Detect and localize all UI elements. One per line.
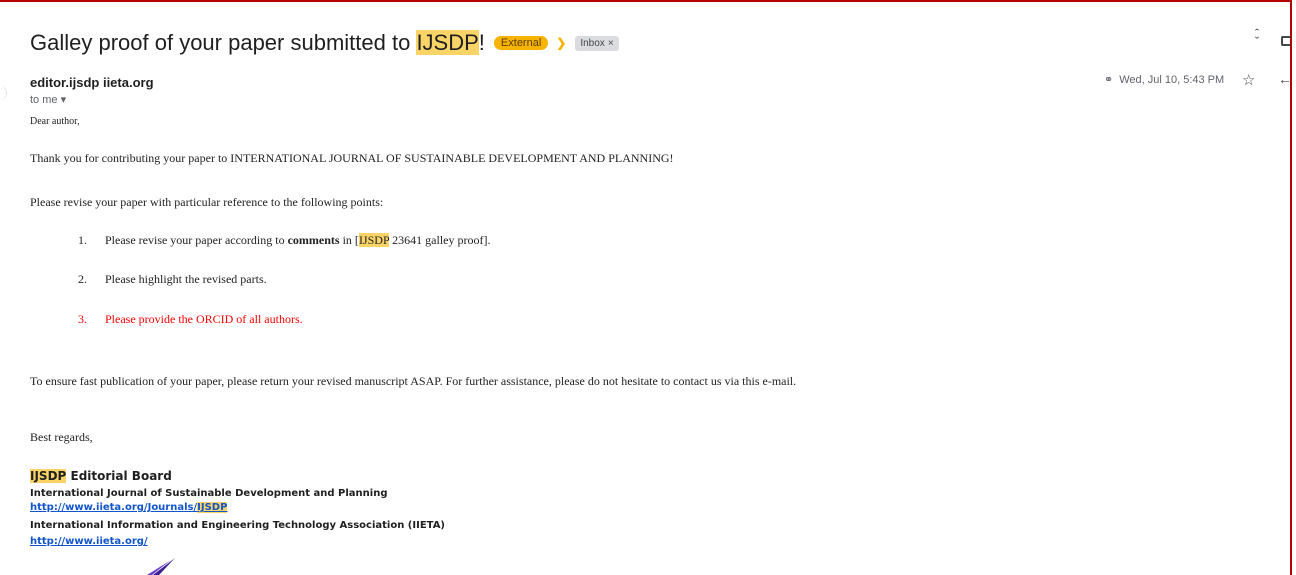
external-label-chip: External: [493, 36, 549, 50]
signature-board: IJSDP Editorial Board: [30, 469, 172, 483]
point-bold: comments: [287, 233, 340, 247]
signature-journal: International Journal of Sustainable Dev…: [30, 488, 388, 499]
point-text-mid: in [: [339, 233, 359, 247]
email-closing: To ensure fast publication of your paper…: [30, 374, 797, 388]
subject-prefix: Galley proof of your paper submitted to: [30, 30, 417, 55]
journal-link[interactable]: http://www.iieta.org/Journals/IJSDP: [30, 502, 228, 513]
remove-label-button[interactable]: ×: [608, 38, 614, 49]
list-item-alert: 3. Please provide the ORCID of all author…: [78, 312, 303, 327]
iieta-logo-icon: [147, 558, 175, 575]
email-date: Wed, Jul 10, 5:43 PM: [1119, 73, 1225, 86]
email-greeting: Dear author,: [30, 116, 80, 127]
email-subject: Galley proof of your paper submitted to …: [30, 30, 485, 56]
recipient-details[interactable]: to me ▾: [30, 93, 66, 106]
signature-organization: International Information and Engineerin…: [30, 520, 445, 531]
email-regards: Best regards,: [30, 430, 93, 444]
subject-highlight: IJSDP: [416, 30, 479, 55]
list-item: 2. Please highlight the revised parts.: [78, 272, 267, 287]
point-text: Please provide the ORCID of all authors.: [105, 312, 303, 326]
signature-board-text: Editorial Board: [66, 469, 172, 483]
email-thanks: Thank you for contributing your paper to…: [30, 151, 674, 165]
star-icon[interactable]: ☆: [1242, 71, 1255, 89]
organization-link[interactable]: http://www.iieta.org/: [30, 536, 148, 547]
journal-link-highlight: IJSDP: [197, 502, 228, 513]
importance-marker-icon[interactable]: ❯: [556, 36, 566, 50]
inbox-label-chip: Inbox ×: [575, 35, 619, 51]
email-meta: ⚭ Wed, Jul 10, 5:43 PM: [1104, 73, 1225, 87]
inbox-label-text: Inbox: [580, 37, 605, 49]
chevron-down-icon[interactable]: ▾: [61, 94, 67, 106]
subject-suffix: !: [478, 30, 485, 55]
email-intro: Please revise your paper with particular…: [30, 195, 384, 209]
point-text-before: Please revise your paper according to: [105, 233, 288, 247]
list-item-number: 1.: [78, 233, 87, 247]
list-item-number: 3.: [78, 312, 87, 326]
point-highlight: IJSDP: [358, 233, 390, 247]
email-subject-row: Galley proof of your paper submitted to …: [30, 28, 619, 58]
signature-highlight: IJSDP: [30, 469, 67, 483]
print-icon[interactable]: [1281, 36, 1291, 46]
journal-link-prefix: http://www.iieta.org/Journals/: [30, 502, 198, 513]
point-text-after: 23641 galley proof].: [389, 233, 491, 247]
list-item-number: 2.: [78, 272, 87, 286]
list-item: 1. Please revise your paper according to …: [78, 233, 490, 248]
recipient-text: to me: [30, 94, 58, 106]
reply-icon[interactable]: ←: [1278, 71, 1292, 87]
paperclip-icon: ⚭: [1104, 74, 1114, 86]
point-text: Please highlight the revised parts.: [105, 272, 267, 286]
collapse-icon[interactable]: ˆˇ: [1250, 27, 1264, 48]
sender-name[interactable]: editor.ijsdp iieta.org: [30, 75, 154, 90]
